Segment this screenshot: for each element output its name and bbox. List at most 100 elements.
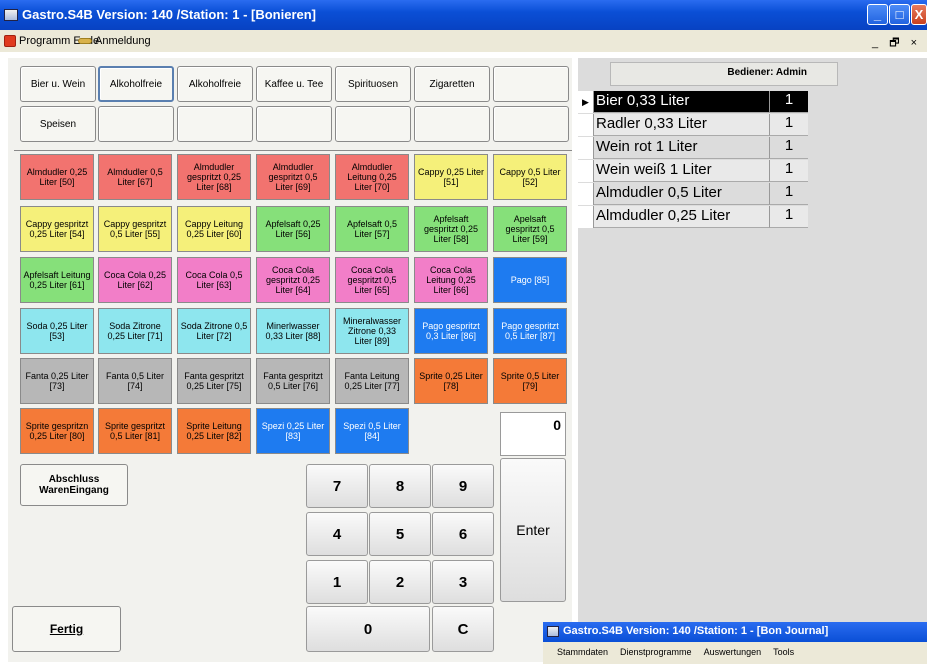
keypad-1-button[interactable]: 1	[306, 560, 368, 604]
category-button[interactable]	[335, 106, 411, 142]
journal-title-bar[interactable]: Gastro.S4B Version: 140 /Station: 1 - [B…	[543, 622, 927, 642]
product-button[interactable]: Cappy gespritzt 0,25 Liter [54]	[20, 206, 94, 252]
product-button[interactable]: Minerlwasser 0,33 Liter [88]	[256, 308, 330, 354]
order-item-qty: 1	[770, 114, 808, 136]
minimize-button[interactable]: _	[867, 4, 888, 25]
category-button[interactable]	[98, 106, 174, 142]
journal-window[interactable]: Gastro.S4B Version: 140 /Station: 1 - [B…	[543, 622, 927, 664]
product-button[interactable]: Sprite 0,25 Liter [78]	[414, 358, 488, 404]
login-icon	[78, 38, 92, 44]
journal-menu-stammdaten[interactable]: Stammdaten	[557, 647, 608, 659]
keypad-0-button[interactable]: 0	[306, 606, 430, 652]
product-button[interactable]: Pago gespritzt 0,5 Liter [87]	[493, 308, 567, 354]
app-icon[interactable]	[4, 9, 18, 21]
product-button[interactable]: Fanta gespritzt 0,5 Liter [76]	[256, 358, 330, 404]
category-button[interactable]: Kaffee u. Tee	[256, 66, 332, 102]
product-button[interactable]: Apfelsaft 0,5 Liter [57]	[335, 206, 409, 252]
product-button[interactable]: Almdudler gespritzt 0,5 Liter [69]	[256, 154, 330, 200]
product-button[interactable]: Coca Cola Leitung 0,25 Liter [66]	[414, 257, 488, 303]
product-button[interactable]: Almdudler 0,5 Liter [67]	[98, 154, 172, 200]
product-button[interactable]: Apfelsaft gespritzt 0,25 Liter [58]	[414, 206, 488, 252]
category-button[interactable]	[256, 106, 332, 142]
journal-menu-auswertungen[interactable]: Auswertungen	[704, 647, 762, 659]
order-item-name: Wein rot 1 Liter	[594, 137, 770, 159]
category-button[interactable]: Spirituosen	[335, 66, 411, 102]
product-button[interactable]: Sprite Leitung 0,25 Liter [82]	[177, 408, 251, 454]
product-button[interactable]: Cappy 0,25 Liter [51]	[414, 154, 488, 200]
order-row[interactable]: Wein weiß 1 Liter 1	[578, 160, 808, 182]
product-button[interactable]: Soda 0,25 Liter [53]	[20, 308, 94, 354]
exit-icon	[4, 35, 16, 47]
category-button[interactable]: Alkoholfreie	[98, 66, 174, 102]
category-button[interactable]	[493, 106, 569, 142]
product-button[interactable]: Fanta 0,25 Liter [73]	[20, 358, 94, 404]
product-button[interactable]: Soda Zitrone 0,25 Liter [71]	[98, 308, 172, 354]
category-button[interactable]	[177, 106, 253, 142]
row-indicator	[578, 183, 594, 205]
order-row[interactable]: ▶ Bier 0,33 Liter 1	[578, 91, 808, 113]
product-button[interactable]: Apfelsaft 0,25 Liter [56]	[256, 206, 330, 252]
product-button[interactable]: Sprite gespritzt 0,5 Liter [81]	[98, 408, 172, 454]
keypad-8-button[interactable]: 8	[369, 464, 431, 508]
order-row[interactable]: Radler 0,33 Liter 1	[578, 114, 808, 136]
journal-menu-bar: Stammdaten Dienstprogramme Auswertungen …	[543, 642, 927, 664]
close-button[interactable]: X	[911, 4, 927, 25]
order-row[interactable]: Almdudler 0,5 Liter 1	[578, 183, 808, 205]
category-button[interactable]: Alkoholfreie	[177, 66, 253, 102]
product-button[interactable]: Cappy Leitung 0,25 Liter [60]	[177, 206, 251, 252]
keypad-3-button[interactable]: 3	[432, 560, 494, 604]
keypad-clear-button[interactable]: C	[432, 606, 494, 652]
order-item-qty: 1	[770, 206, 808, 228]
product-button[interactable]: Coca Cola 0,25 Liter [62]	[98, 257, 172, 303]
operator-label: Bediener: Admin	[610, 62, 838, 86]
row-indicator	[578, 160, 594, 182]
keypad-9-button[interactable]: 9	[432, 464, 494, 508]
product-button[interactable]: Almdudler gespritzt 0,25 Liter [68]	[177, 154, 251, 200]
keypad-2-button[interactable]: 2	[369, 560, 431, 604]
keypad-5-button[interactable]: 5	[369, 512, 431, 556]
category-button[interactable]: Zigaretten	[414, 66, 490, 102]
category-button[interactable]	[493, 66, 569, 102]
product-button[interactable]: Pago gespritzt 0,3 Liter [86]	[414, 308, 488, 354]
category-button[interactable]: Bier u. Wein	[20, 66, 96, 102]
product-button[interactable]: Soda Zitrone 0,5 Liter [72]	[177, 308, 251, 354]
product-button[interactable]: Pago [85]	[493, 257, 567, 303]
product-button[interactable]: Fanta 0,5 Liter [74]	[98, 358, 172, 404]
product-button[interactable]: Spezi 0,25 Liter [83]	[256, 408, 330, 454]
order-item-qty: 1	[770, 160, 808, 182]
mdi-controls[interactable]: _ 🗗 ×	[872, 34, 921, 53]
fertig-button[interactable]: Fertig	[12, 606, 121, 652]
product-button[interactable]: Cappy 0,5 Liter [52]	[493, 154, 567, 200]
menu-bar: Programm Ende Anmeldung _ 🗗 ×	[0, 30, 927, 52]
product-button[interactable]: Sprite 0,5 Liter [79]	[493, 358, 567, 404]
product-button[interactable]: Coca Cola gespritzt 0,25 Liter [64]	[256, 257, 330, 303]
menu-login[interactable]: Anmeldung	[78, 35, 151, 47]
row-pointer-icon: ▶	[578, 91, 594, 113]
abschluss-wareneingang-button[interactable]: Abschluss WarenEingang	[20, 464, 128, 506]
keypad-6-button[interactable]: 6	[432, 512, 494, 556]
product-button[interactable]: Almdudler 0,25 Liter [50]	[20, 154, 94, 200]
journal-menu-dienstprogramme[interactable]: Dienstprogramme	[620, 647, 692, 659]
product-button[interactable]: Apelsaft gespritzt 0,5 Liter [59]	[493, 206, 567, 252]
order-row[interactable]: Almdudler 0,25 Liter 1	[578, 206, 808, 228]
category-button[interactable]: Speisen	[20, 106, 96, 142]
product-button[interactable]: Fanta Leitung 0,25 Liter [77]	[335, 358, 409, 404]
order-row[interactable]: Wein rot 1 Liter 1	[578, 137, 808, 159]
product-button[interactable]: Coca Cola 0,5 Liter [63]	[177, 257, 251, 303]
product-button[interactable]: Spezi 0,5 Liter [84]	[335, 408, 409, 454]
product-button[interactable]: Almdudler Leitung 0,25 Liter [70]	[335, 154, 409, 200]
keypad-4-button[interactable]: 4	[306, 512, 368, 556]
order-item-qty: 1	[770, 183, 808, 205]
product-button[interactable]: Apfelsaft Leitung 0,25 Liter [61]	[20, 257, 94, 303]
product-button[interactable]: Fanta gespritzt 0,25 Liter [75]	[177, 358, 251, 404]
maximize-button[interactable]: □	[889, 4, 910, 25]
window-title: Gastro.S4B Version: 140 /Station: 1 - [B…	[22, 7, 317, 22]
product-button[interactable]: Cappy gespritzt 0,5 Liter [55]	[98, 206, 172, 252]
keypad-7-button[interactable]: 7	[306, 464, 368, 508]
product-button[interactable]: Mineralwasser Zitrone 0,33 Liter [89]	[335, 308, 409, 354]
journal-menu-tools[interactable]: Tools	[773, 647, 794, 659]
product-button[interactable]: Sprite gespritzn 0,25 Liter [80]	[20, 408, 94, 454]
category-button[interactable]	[414, 106, 490, 142]
enter-button[interactable]: Enter	[500, 458, 566, 602]
product-button[interactable]: Coca Cola gespritzt 0,5 Liter [65]	[335, 257, 409, 303]
